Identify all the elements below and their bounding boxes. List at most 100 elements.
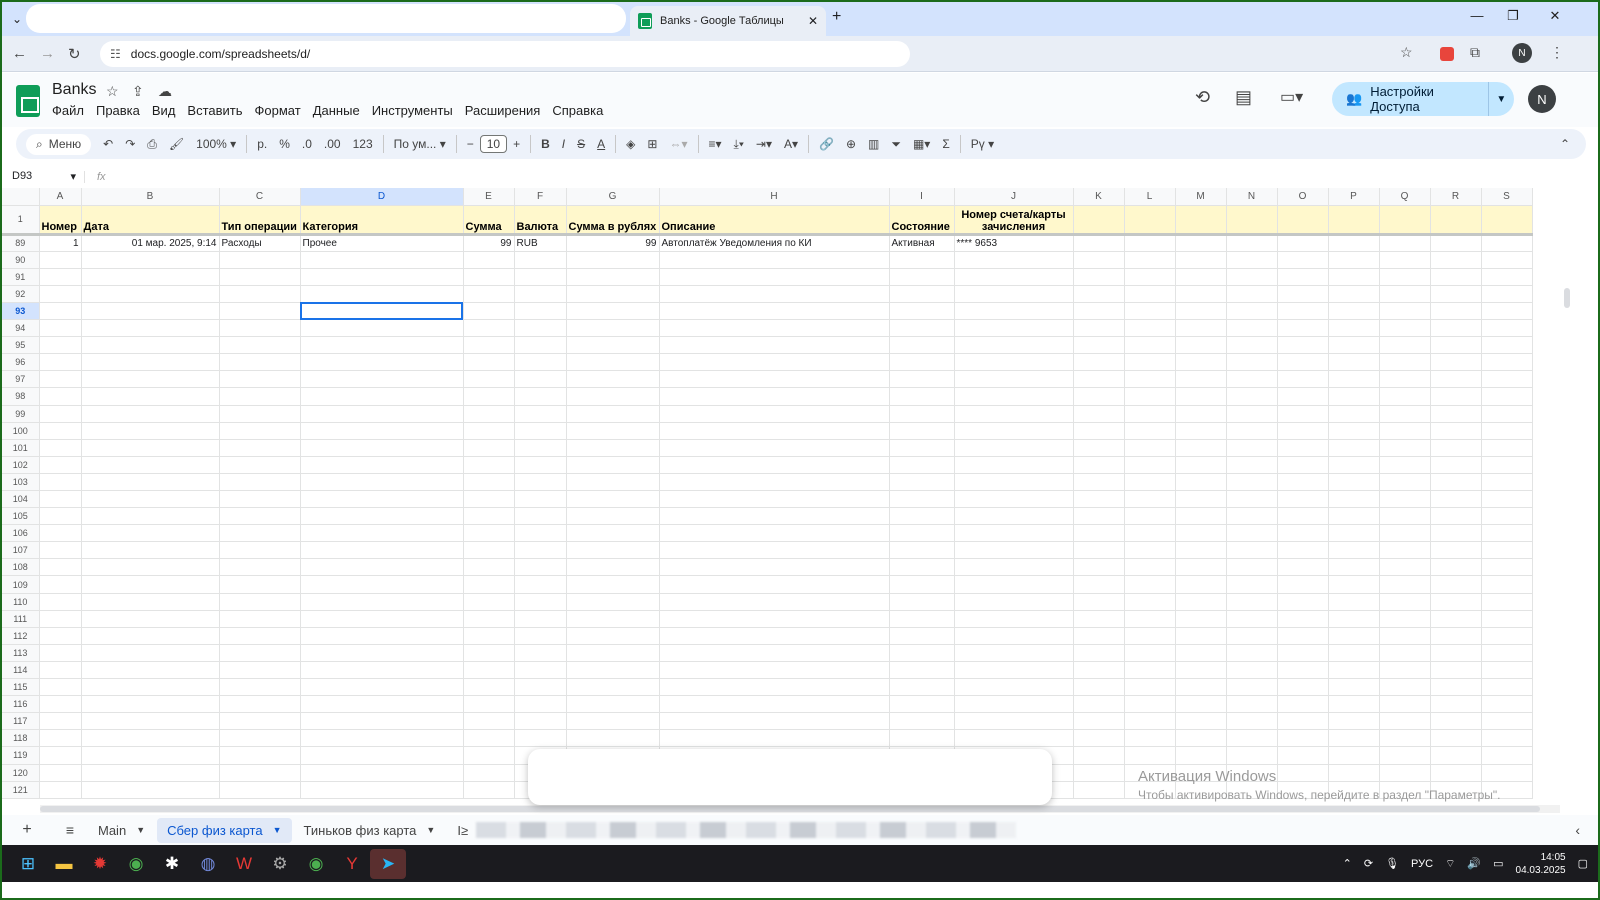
row-header[interactable]: 89	[2, 234, 40, 252]
row-header[interactable]: 90	[2, 251, 40, 269]
cell[interactable]	[39, 268, 82, 286]
spreadsheet-grid[interactable]: ABCDEFGHIJKLMNOPQRS 1 Номер Дата Тип операц…	[2, 188, 1562, 803]
cell[interactable]	[81, 456, 220, 474]
cell[interactable]	[1124, 268, 1176, 286]
cell[interactable]	[1226, 507, 1278, 526]
cell[interactable]	[1430, 541, 1482, 560]
sheet-tab-more[interactable]: I≥	[447, 818, 468, 843]
cell[interactable]	[1175, 593, 1227, 611]
text-wrap-icon[interactable]: ⇥▾	[750, 137, 778, 151]
cell[interactable]	[39, 302, 82, 321]
add-sheet-icon[interactable]: +	[2, 821, 52, 839]
cell[interactable]	[1124, 387, 1176, 406]
cell[interactable]	[1430, 285, 1482, 303]
cell[interactable]	[954, 422, 1074, 440]
row-header[interactable]: 100	[2, 422, 40, 440]
cell[interactable]	[1226, 387, 1278, 406]
cell[interactable]	[1430, 490, 1482, 509]
formula-input[interactable]	[106, 167, 1598, 187]
cell[interactable]	[1481, 695, 1533, 714]
cell[interactable]	[1379, 405, 1431, 423]
cell[interactable]	[566, 336, 660, 355]
cell[interactable]	[81, 353, 220, 372]
cell[interactable]	[300, 593, 464, 611]
cell[interactable]	[219, 746, 301, 765]
cell[interactable]: Дата	[81, 205, 220, 236]
row-header[interactable]: 93	[2, 302, 40, 321]
cell[interactable]	[1430, 575, 1482, 594]
cell[interactable]: Категория	[300, 205, 464, 236]
cell[interactable]	[659, 558, 890, 577]
cell[interactable]	[1175, 507, 1227, 526]
cell[interactable]	[1328, 302, 1380, 321]
cell[interactable]	[219, 627, 301, 645]
cell[interactable]	[1328, 439, 1380, 457]
cell[interactable]	[1124, 422, 1176, 440]
cell[interactable]	[1226, 422, 1278, 440]
column-header[interactable]: J	[954, 188, 1074, 206]
cell[interactable]	[1073, 422, 1125, 440]
cell[interactable]	[1175, 251, 1227, 269]
cell[interactable]	[566, 695, 660, 714]
cell[interactable]	[514, 575, 567, 594]
cell[interactable]	[1430, 712, 1482, 731]
row-header[interactable]: 103	[2, 473, 40, 492]
cell[interactable]: **** 9653	[954, 234, 1074, 252]
cell[interactable]	[463, 353, 515, 372]
row-header[interactable]: 1	[2, 205, 40, 236]
increase-decimal-button[interactable]: .00	[318, 137, 347, 151]
cell[interactable]	[39, 490, 82, 509]
cell[interactable]	[1124, 524, 1176, 543]
cell[interactable]	[1073, 439, 1125, 457]
cell[interactable]	[1481, 302, 1533, 321]
cell[interactable]	[39, 764, 82, 782]
cell[interactable]	[219, 251, 301, 269]
cell[interactable]	[1175, 205, 1227, 236]
row-header[interactable]: 113	[2, 644, 40, 662]
cell[interactable]	[1073, 678, 1125, 697]
cell[interactable]: Валюта	[514, 205, 567, 236]
cell[interactable]	[566, 319, 660, 338]
cell[interactable]	[1277, 644, 1329, 662]
cell[interactable]	[1430, 268, 1482, 286]
cell[interactable]	[1175, 558, 1227, 577]
cell[interactable]	[1124, 473, 1176, 492]
functions-button[interactable]: Σ	[936, 137, 955, 151]
cell[interactable]	[1073, 575, 1125, 594]
sheet-tab-main[interactable]: Main ▼	[88, 818, 155, 843]
row-header[interactable]: 117	[2, 712, 40, 731]
cell[interactable]	[659, 507, 890, 526]
cell[interactable]	[1430, 439, 1482, 457]
cell[interactable]	[1175, 610, 1227, 628]
cell[interactable]	[39, 336, 82, 355]
cell[interactable]	[1073, 610, 1125, 628]
row-header[interactable]: 110	[2, 593, 40, 611]
cell[interactable]: 01 мар. 2025, 9:14	[81, 234, 220, 252]
cell[interactable]	[1430, 370, 1482, 389]
cell[interactable]	[889, 627, 955, 645]
cell[interactable]	[889, 524, 955, 543]
cell[interactable]	[1328, 473, 1380, 492]
cell[interactable]	[889, 610, 955, 628]
cell[interactable]	[566, 627, 660, 645]
cell[interactable]	[1328, 575, 1380, 594]
cell[interactable]	[1124, 285, 1176, 303]
cell[interactable]	[566, 593, 660, 611]
cell[interactable]	[1124, 490, 1176, 509]
cell[interactable]	[81, 370, 220, 389]
cell[interactable]	[566, 251, 660, 269]
cell[interactable]	[954, 251, 1074, 269]
show-hidden-icons-icon[interactable]: ⌃	[1343, 857, 1352, 870]
cell[interactable]	[1481, 285, 1533, 303]
horizontal-align-icon[interactable]: ≡▾	[703, 137, 728, 151]
cell[interactable]	[463, 456, 515, 474]
cell[interactable]	[1328, 695, 1380, 714]
cell[interactable]	[1124, 627, 1176, 645]
cell[interactable]	[566, 541, 660, 560]
cell[interactable]	[954, 507, 1074, 526]
cell[interactable]	[1226, 205, 1278, 236]
cell[interactable]	[219, 661, 301, 680]
cell[interactable]	[1175, 490, 1227, 509]
cell[interactable]	[1226, 473, 1278, 492]
cell[interactable]	[219, 422, 301, 440]
